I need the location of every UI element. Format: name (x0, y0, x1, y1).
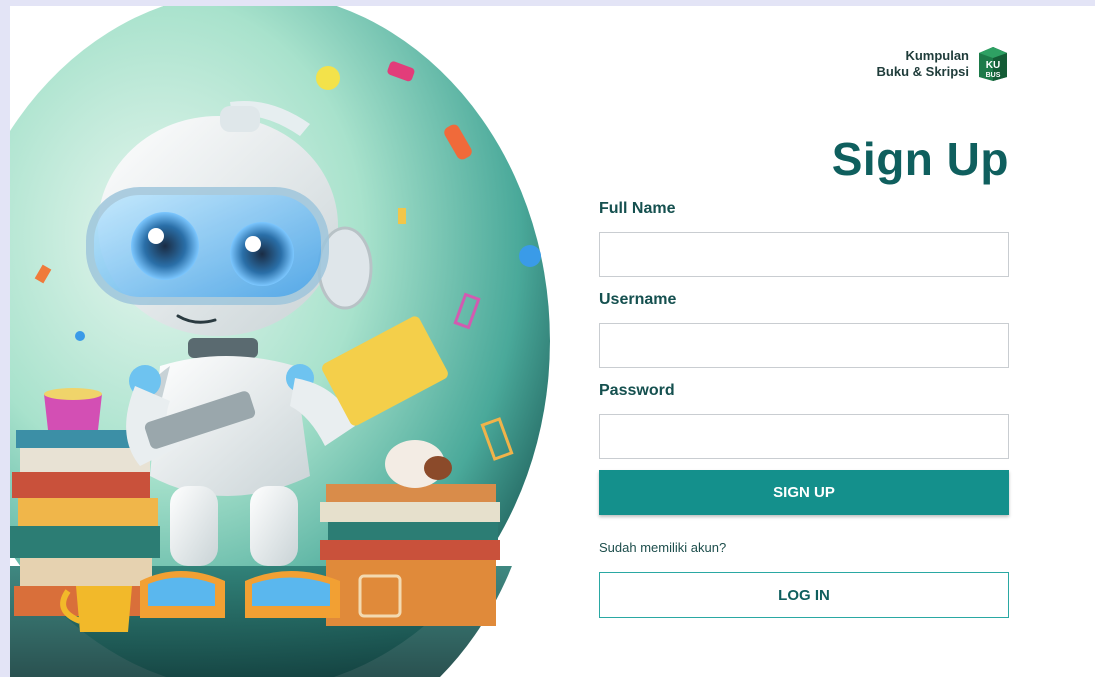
brand-line2: Buku & Skripsi (876, 64, 969, 79)
hero-illustration (10, 6, 590, 677)
brand: Kumpulan Buku & Skripsi KU BUS (877, 46, 1009, 82)
kubus-logo-icon: KU BUS (977, 46, 1009, 82)
password-label: Password (599, 382, 675, 399)
password-input[interactable] (599, 414, 1009, 459)
logo-ku-text: KU (986, 60, 1000, 71)
logo-bus-text: BUS (986, 72, 1001, 79)
robot-illustration (10, 6, 590, 677)
signup-form: Full Name Username Password (599, 200, 1009, 473)
brand-line1: Kumpulan (905, 48, 969, 63)
username-label: Username (599, 291, 677, 308)
page-title: Sign Up (831, 133, 1009, 185)
full-name-input[interactable] (599, 232, 1009, 277)
book-stack-right (320, 484, 500, 626)
username-input[interactable] (599, 323, 1009, 368)
brand-text: Kumpulan Buku & Skripsi (877, 48, 969, 80)
log-in-button[interactable]: LOG IN (599, 572, 1009, 618)
full-name-label: Full Name (599, 200, 676, 217)
already-have-account-text: Sudah memiliki akun? (599, 540, 727, 555)
sign-up-button[interactable]: SIGN UP (599, 470, 1009, 515)
